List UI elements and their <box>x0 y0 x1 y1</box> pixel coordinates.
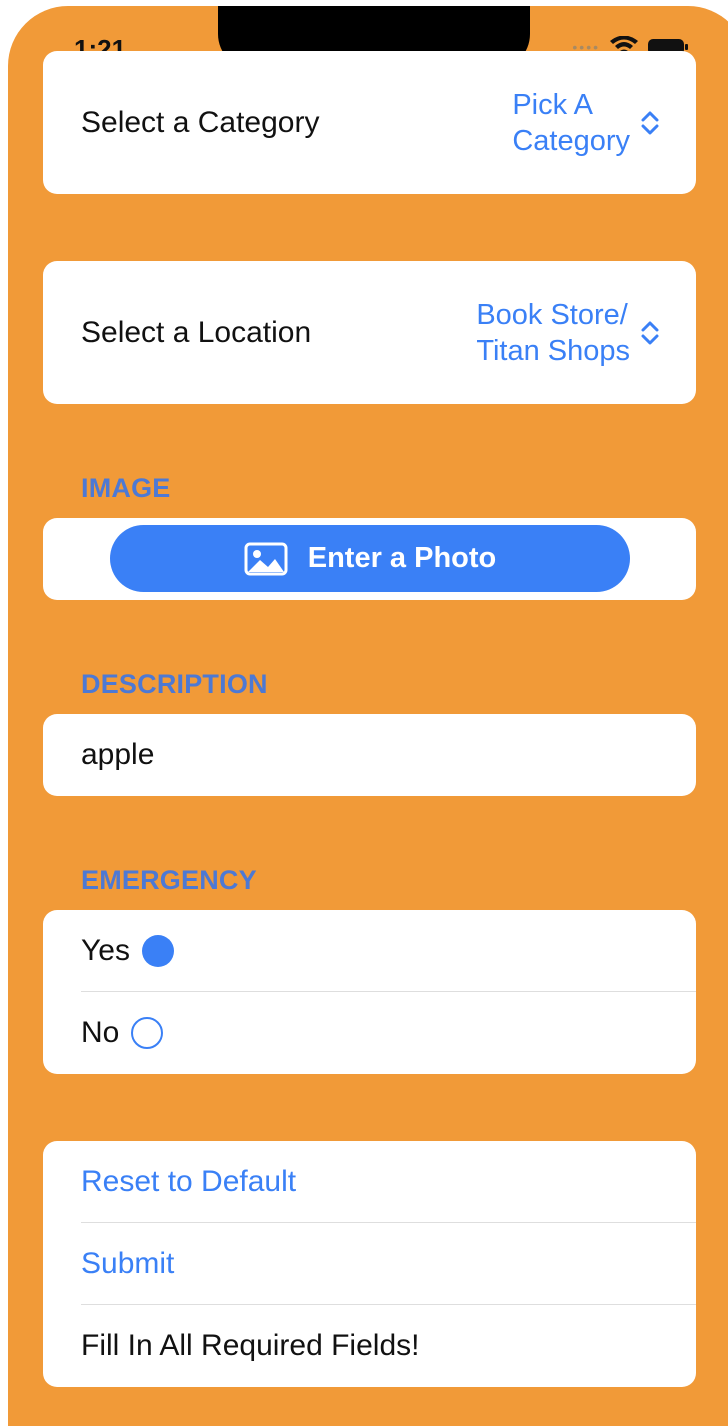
category-picker[interactable]: Select a Category Pick A Category <box>43 51 696 194</box>
location-card: Select a Location Book Store/ Titan Shop… <box>43 261 696 404</box>
emergency-section-header: EMERGENCY <box>81 865 257 895</box>
enter-photo-label: Enter a Photo <box>307 542 497 574</box>
submit-label: Submit <box>81 1247 175 1280</box>
reset-button[interactable]: Reset to Default <box>43 1141 696 1223</box>
location-value: Book Store/ Titan Shops <box>476 298 630 367</box>
photo-icon <box>244 542 288 575</box>
actions-card: Reset to Default Submit Fill In All Requ… <box>43 1141 696 1387</box>
validation-message: Fill In All Required Fields! <box>81 1329 420 1362</box>
location-label: Select a Location <box>81 315 312 349</box>
category-picker-value[interactable]: Pick A Category <box>512 87 660 159</box>
location-picker[interactable]: Select a Location Book Store/ Titan Shop… <box>43 261 696 404</box>
app-screen: 1:21 •••• Select a Category Pick A Categ… <box>8 6 728 1426</box>
location-picker-value[interactable]: Book Store/ Titan Shops <box>476 297 660 369</box>
chevron-updown-icon <box>641 321 659 344</box>
radio-selected-icon[interactable] <box>141 935 174 967</box>
emergency-option-no[interactable]: No <box>43 992 696 1074</box>
radio-unselected-icon[interactable] <box>131 1017 164 1049</box>
description-field[interactable]: apple <box>81 738 154 772</box>
description-card: apple <box>43 714 696 796</box>
image-card: Enter a Photo <box>43 518 696 600</box>
emergency-card: Yes No <box>43 910 696 1074</box>
enter-photo-button[interactable]: Enter a Photo <box>110 525 630 592</box>
reset-label: Reset to Default <box>81 1165 297 1198</box>
category-value: Pick A Category <box>512 88 630 157</box>
emergency-option-yes[interactable]: Yes <box>43 910 696 992</box>
category-card: Select a Category Pick A Category <box>43 51 696 194</box>
description-section-header: DESCRIPTION <box>81 669 268 699</box>
emergency-option-label: Yes <box>81 934 130 967</box>
submit-button[interactable]: Submit <box>43 1223 696 1305</box>
emergency-option-label: No <box>81 1016 120 1049</box>
category-label: Select a Category <box>81 105 320 139</box>
image-section-header: IMAGE <box>81 473 171 503</box>
validation-message-row: Fill In All Required Fields! <box>43 1305 696 1387</box>
chevron-updown-icon <box>641 111 659 134</box>
